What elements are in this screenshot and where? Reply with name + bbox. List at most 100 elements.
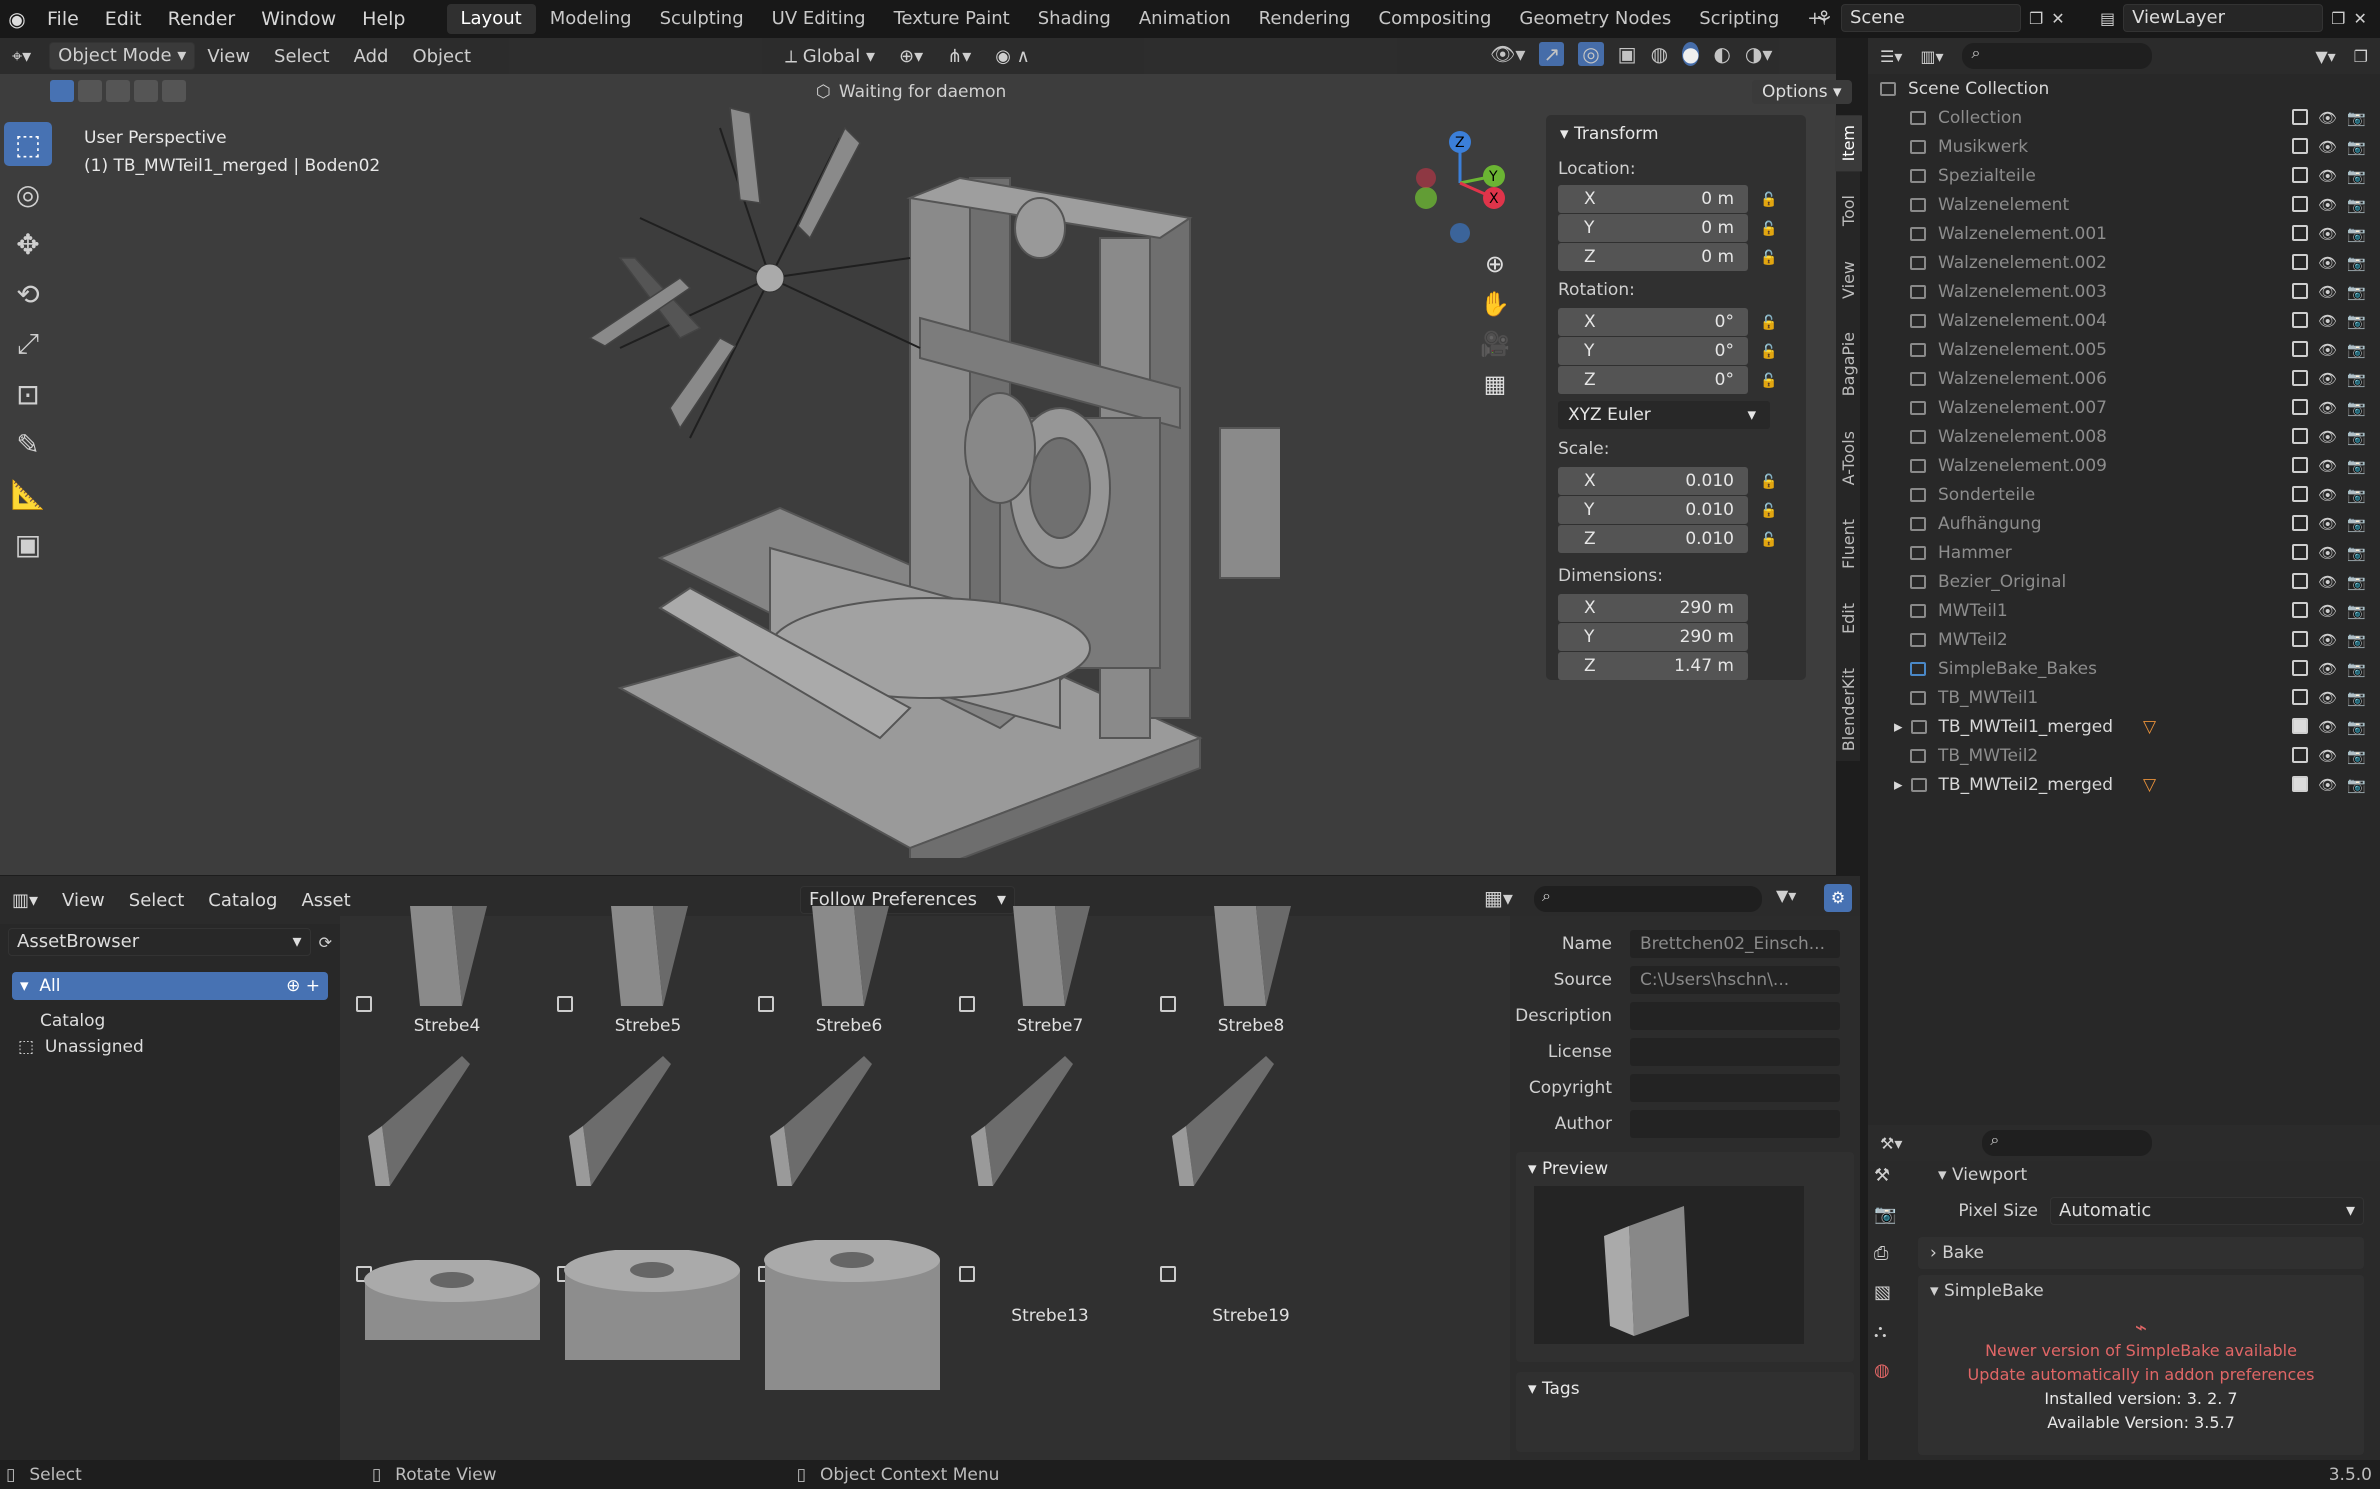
tab-view[interactable]: View [1835, 251, 1862, 309]
outliner-editor-icon[interactable]: ☰▾ [1880, 47, 1902, 66]
tab-sculpting[interactable]: Sculpting [646, 4, 758, 34]
music-machine-model[interactable] [580, 88, 1280, 858]
exclude-checkbox[interactable] [2292, 659, 2309, 676]
outliner-item[interactable]: ▸ TB_MWTeil2_merged ▽ 👁 📷 [1868, 770, 2380, 799]
eye-icon[interactable]: 👁 [2318, 341, 2337, 359]
exclude-checkbox[interactable] [2292, 601, 2309, 618]
exclude-checkbox[interactable] [2292, 688, 2309, 705]
scene-tab-icon[interactable]: ⛬ [1874, 1321, 1896, 1342]
render-camera-icon[interactable]: 📷 [2347, 660, 2366, 678]
render-camera-icon[interactable]: 📷 [2347, 776, 2366, 794]
zoom-icon[interactable]: ⊕ [1480, 250, 1510, 278]
new-viewlayer-icon[interactable]: ❐ [2331, 9, 2345, 28]
exclude-checkbox[interactable] [2292, 108, 2309, 125]
tab-item[interactable]: Item [1834, 115, 1862, 172]
menu-view[interactable]: View [195, 46, 262, 67]
tab-texture-paint[interactable]: Texture Paint [880, 4, 1024, 34]
eye-icon[interactable]: 👁 [2318, 776, 2337, 794]
menu-edit[interactable]: Edit [92, 8, 155, 30]
exclude-checkbox[interactable] [2292, 717, 2309, 734]
location-z-field[interactable]: Z 0 m [1558, 243, 1748, 271]
eye-icon[interactable]: 👁 [2318, 544, 2337, 562]
outliner-item[interactable]: Walzenelement.005 👁 📷 [1868, 335, 2380, 364]
select-invert-icon[interactable] [134, 80, 158, 102]
exclude-checkbox[interactable] [2292, 427, 2309, 444]
camera-icon[interactable]: 🎥 [1480, 330, 1510, 358]
render-camera-icon[interactable]: 📷 [2347, 312, 2366, 330]
tab-bagapie[interactable]: BagaPie [1835, 322, 1862, 406]
outliner-item[interactable]: ▸ TB_MWTeil1_merged ▽ 👁 📷 [1868, 712, 2380, 741]
asset-select-checkbox[interactable] [1160, 996, 1176, 1012]
select-extend-icon[interactable] [78, 80, 102, 102]
exclude-checkbox[interactable] [2292, 253, 2309, 270]
ortho-grid-icon[interactable]: ▦ [1480, 370, 1510, 398]
eye-icon[interactable]: 👁 [2318, 515, 2337, 533]
asset-select-checkbox[interactable] [959, 996, 975, 1012]
exclude-checkbox[interactable] [2292, 369, 2309, 386]
render-camera-icon[interactable]: 📷 [2347, 689, 2366, 707]
refresh-library-icon[interactable]: ⟳ [319, 933, 332, 952]
location-y-field[interactable]: Y 0 m [1558, 214, 1748, 242]
select-subtract-icon[interactable] [106, 80, 130, 102]
eye-icon[interactable]: 👁 [2318, 631, 2337, 649]
output-tab-icon[interactable]: ⎙ [1874, 1243, 1896, 1264]
outliner-item[interactable]: Hammer 👁 📷 [1868, 538, 2380, 567]
scale-x-field[interactable]: X 0.010 [1558, 467, 1748, 495]
rendered-shading-icon[interactable]: ◑▾ [1745, 42, 1773, 66]
exclude-checkbox[interactable] [2292, 195, 2309, 212]
asset-select-checkbox[interactable] [758, 996, 774, 1012]
lock-icon[interactable]: 🔓 [1760, 315, 1777, 331]
tab-fluent[interactable]: Fluent [1835, 509, 1862, 579]
asset-filter-icon[interactable]: ▼▾ [1776, 886, 1796, 905]
select-intersect-icon[interactable] [162, 80, 186, 102]
asset-settings-gear-icon[interactable]: ⚙ [1824, 884, 1852, 912]
outliner-item[interactable]: Bezier_Original 👁 📷 [1868, 567, 2380, 596]
filter-icon[interactable]: ▼▾ [2315, 47, 2335, 66]
render-camera-icon[interactable]: 📷 [2347, 747, 2366, 765]
eye-icon[interactable]: 👁 [2318, 167, 2337, 185]
outliner-item[interactable]: Walzenelement.004 👁 📷 [1868, 306, 2380, 335]
asset-thumbnail[interactable] [1156, 1056, 1346, 1196]
cylinder-asset-thumbnail[interactable] [560, 1248, 740, 1375]
asset-thumbnail[interactable] [754, 1056, 944, 1196]
eye-icon[interactable]: 👁 [2318, 602, 2337, 620]
outliner-item[interactable]: Musikwerk 👁 📷 [1868, 132, 2380, 161]
tab-geometry-nodes[interactable]: Geometry Nodes [1505, 4, 1685, 34]
eye-icon[interactable]: 👁 [2318, 254, 2337, 272]
display-mode-grid-icon[interactable]: ▦▾ [1484, 886, 1513, 910]
asset-thumbnail[interactable] [553, 1056, 743, 1196]
solid-shading-icon[interactable]: ● [1682, 42, 1700, 66]
snap-icon[interactable]: ⋔▾ [935, 46, 983, 67]
outliner-item[interactable]: Sonderteile 👁 📷 [1868, 480, 2380, 509]
tab-rendering[interactable]: Rendering [1245, 4, 1365, 34]
pivot-icon[interactable]: ⊕▾ [887, 46, 935, 67]
options-dropdown[interactable]: Options ▾ [1752, 80, 1852, 104]
metadata-source-field[interactable]: C:\Users\hschn\... [1630, 966, 1840, 994]
render-camera-icon[interactable]: 📷 [2347, 457, 2366, 475]
delete-scene-icon[interactable]: ✕ [2051, 9, 2064, 28]
eye-icon[interactable]: 👁 [2318, 660, 2337, 678]
simplebake-header[interactable]: ▾ SimpleBake [1918, 1275, 2364, 1307]
tab-edit[interactable]: Edit [1835, 593, 1862, 644]
exclude-checkbox[interactable] [2292, 224, 2309, 241]
viewport-section[interactable]: ▾ Viewport [1918, 1165, 2364, 1185]
outliner-item[interactable]: Walzenelement.001 👁 📷 [1868, 219, 2380, 248]
scale-tool-icon[interactable]: ⤢ [4, 322, 52, 366]
dimensions-z-field[interactable]: Z 1.47 m [1558, 652, 1748, 680]
render-tab-icon[interactable]: 📷 [1874, 1204, 1896, 1225]
mode-dropdown[interactable]: Object Mode ▾ [49, 42, 196, 70]
menu-file[interactable]: File [34, 8, 92, 30]
tab-animation[interactable]: Animation [1125, 4, 1245, 34]
render-camera-icon[interactable]: 📷 [2347, 167, 2366, 185]
outliner-item[interactable]: SimpleBake_Bakes 👁 📷 [1868, 654, 2380, 683]
rotation-y-field[interactable]: Y 0° [1558, 337, 1748, 365]
lock-icon[interactable]: 🔓 [1760, 532, 1777, 548]
eye-icon[interactable]: 👁 [2318, 138, 2337, 156]
asset-editor-icon[interactable]: ▥▾ [0, 890, 50, 911]
exclude-checkbox[interactable] [2292, 311, 2309, 328]
expand-icon[interactable]: ▸ [1894, 775, 1903, 795]
viewlayer-icon[interactable]: ▤ [2100, 9, 2115, 28]
render-camera-icon[interactable]: 📷 [2347, 631, 2366, 649]
eye-icon[interactable]: 👁 [2318, 747, 2337, 765]
eye-icon[interactable]: 👁 [2318, 428, 2337, 446]
